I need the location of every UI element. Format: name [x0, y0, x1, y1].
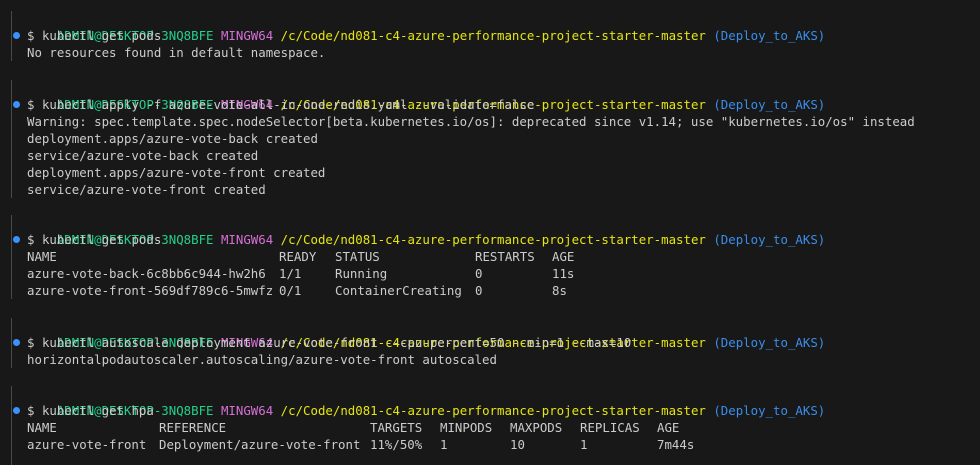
command-status-icon[interactable] [13, 32, 20, 39]
output-line: No resources found in default namespace. [27, 45, 326, 60]
command-text: kubectl get pods [41, 28, 162, 43]
shell-prompt: ADMIN@DESKTOP-3NQ8BFE MINGW64 /c/Code/nd… [27, 214, 825, 247]
prompt-symbol: $ [27, 335, 35, 350]
column-header: MINPODS [440, 420, 493, 435]
command-line: $ kubectl get pods [27, 231, 161, 248]
table-cell: 0 [475, 283, 483, 298]
table-cell: Running [335, 266, 388, 281]
table-row: azure-vote-front Deployment/azure-vote-f… [27, 436, 694, 453]
column-header: AGE [552, 249, 575, 264]
prompt-branch: (Deploy_to_AKS) [713, 28, 826, 43]
table-row: azure-vote-front-569df789c6-5mwfz 0/1 Co… [27, 282, 567, 299]
table-cell: 1 [580, 437, 588, 452]
column-header: TARGETS [370, 420, 423, 435]
table-cell: azure-vote-back-6c8bb6c944-hw2h6 [27, 266, 266, 281]
command-line: $ kubectl get pods [27, 27, 161, 44]
table-cell: 7m44s [657, 437, 695, 452]
table-cell: 8s [552, 283, 567, 298]
column-header: AGE [657, 420, 680, 435]
column-header: MAXPODS [510, 420, 563, 435]
command-text: kubectl apply -f azure-vote-all-in-one-r… [41, 97, 535, 112]
output-line: Warning: spec.template.spec.nodeSelector… [27, 114, 915, 129]
table-cell: azure-vote-front-569df789c6-5mwfz [27, 283, 274, 298]
command-status-icon[interactable] [13, 236, 20, 243]
prompt-symbol: $ [27, 28, 35, 43]
prompt-branch: (Deploy_to_AKS) [713, 403, 826, 418]
prompt-path: /c/Code/nd081-c4-azure-performance-proje… [280, 232, 706, 247]
table-cell: 1 [440, 437, 448, 452]
prompt-branch: (Deploy_to_AKS) [713, 232, 826, 247]
table-header: NAME REFERENCE TARGETS MINPODS MAXPODS R… [27, 419, 679, 436]
command-status-icon[interactable] [13, 101, 20, 108]
table-cell: 1/1 [279, 266, 302, 281]
command-block-divider [11, 318, 12, 368]
shell-prompt: ADMIN@DESKTOP-3NQ8BFE MINGW64 /c/Code/nd… [27, 385, 825, 418]
prompt-path: /c/Code/nd081-c4-azure-performance-proje… [280, 28, 706, 43]
output-line: horizontalpodautoscaler.autoscaling/azur… [27, 352, 497, 367]
command-block-divider [11, 11, 12, 61]
output-line: deployment.apps/azure-vote-front created [27, 165, 326, 180]
column-header: READY [279, 249, 317, 264]
table-row: azure-vote-back-6c8bb6c944-hw2h6 1/1 Run… [27, 265, 574, 282]
command-line: $ kubectl autoscale deployment azure-vot… [27, 334, 631, 351]
table-cell: 0 [475, 266, 483, 281]
prompt-path: /c/Code/nd081-c4-azure-performance-proje… [280, 403, 706, 418]
output-line: service/azure-vote-back created [27, 148, 259, 163]
command-block-divider [11, 215, 12, 299]
table-cell: 10 [510, 437, 525, 452]
prompt-symbol: $ [27, 97, 35, 112]
command-text: kubectl get pods [41, 232, 162, 247]
command-line: $ kubectl get hpa [27, 402, 154, 419]
output-line: service/azure-vote-front created [27, 182, 266, 197]
table-header: NAME READY STATUS RESTARTS AGE [27, 248, 574, 265]
command-text: kubectl autoscale deployment azure-vote-… [41, 335, 632, 350]
prompt-symbol: $ [27, 403, 35, 418]
table-cell: 11%/50% [370, 437, 423, 452]
table-cell: 11s [552, 266, 575, 281]
prompt-branch: (Deploy_to_AKS) [713, 335, 826, 350]
prompt-shell: MINGW64 [220, 28, 274, 43]
command-status-icon[interactable] [13, 407, 20, 414]
table-cell: Deployment/azure-vote-front [159, 437, 361, 452]
command-block-divider [11, 80, 12, 198]
table-cell: 0/1 [279, 283, 302, 298]
command-line: $ kubectl apply -f azure-vote-all-in-one… [27, 96, 534, 113]
column-header: RESTARTS [475, 249, 535, 264]
prompt-branch: (Deploy_to_AKS) [713, 97, 826, 112]
prompt-shell: MINGW64 [220, 232, 274, 247]
shell-prompt: ADMIN@DESKTOP-3NQ8BFE MINGW64 /c/Code/nd… [27, 79, 825, 112]
command-text: kubectl get hpa [41, 403, 154, 418]
output-line: deployment.apps/azure-vote-back created [27, 131, 318, 146]
shell-prompt: ADMIN@DESKTOP-3NQ8BFE MINGW64 /c/Code/nd… [27, 10, 825, 43]
prompt-shell: MINGW64 [220, 403, 274, 418]
terminal-panel[interactable]: ADMIN@DESKTOP-3NQ8BFE MINGW64 /c/Code/nd… [0, 0, 980, 465]
prompt-symbol: $ [27, 232, 35, 247]
column-header: NAME [27, 420, 57, 435]
table-cell: ContainerCreating [335, 283, 462, 298]
column-header: REFERENCE [159, 420, 227, 435]
column-header: REPLICAS [580, 420, 640, 435]
shell-prompt: ADMIN@DESKTOP-3NQ8BFE MINGW64 /c/Code/nd… [27, 317, 825, 350]
column-header: NAME [27, 249, 57, 264]
column-header: STATUS [335, 249, 380, 264]
command-status-icon[interactable] [13, 339, 20, 346]
command-block-divider [11, 386, 12, 465]
table-cell: azure-vote-front [27, 437, 147, 452]
